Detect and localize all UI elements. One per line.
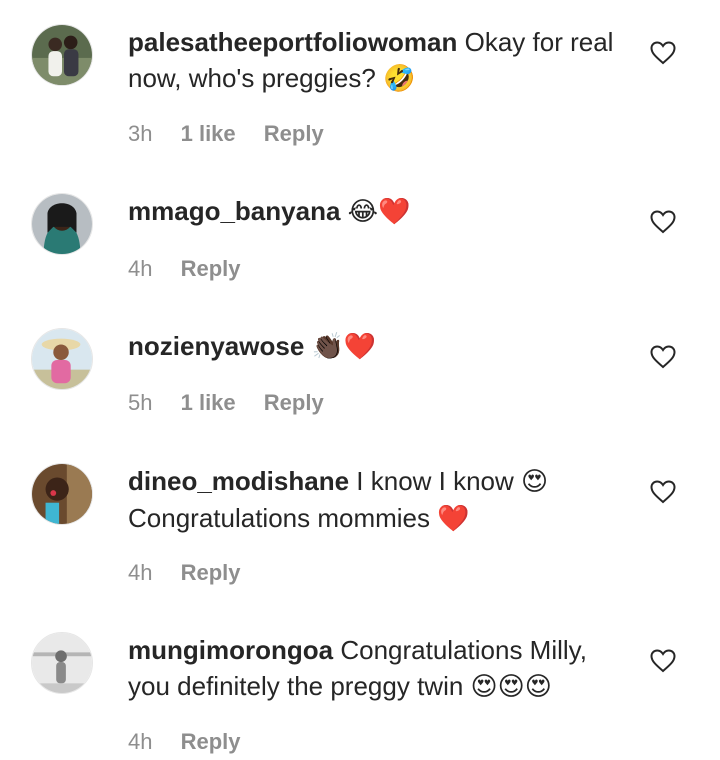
comment-body: Congratulations mommies (128, 503, 431, 533)
comment-text: mmago_banyana 😂❤️ (128, 193, 628, 230)
avatar[interactable] (31, 328, 93, 390)
avatar[interactable] (31, 463, 93, 525)
emoji: 🤣 (383, 64, 416, 94)
comment-text: dineo_modishane I know I know 😍 Congratu… (128, 463, 628, 537)
reply-button[interactable]: Reply (264, 390, 324, 415)
comment-time: 5h (128, 390, 153, 415)
reply-button[interactable]: Reply (181, 256, 241, 281)
comment-time: 4h (128, 560, 153, 585)
comment-meta: 5h 1 like Reply (128, 390, 346, 416)
comment-username[interactable]: nozienyawose (128, 331, 304, 361)
emoji: ❤️ (437, 504, 470, 534)
avatar[interactable] (31, 24, 93, 86)
comment-text: palesatheeportfoliowoman Okay for real n… (128, 24, 628, 97)
reply-button[interactable]: Reply (264, 121, 324, 146)
comment-meta: 4h Reply (128, 729, 263, 755)
comment-username[interactable]: palesatheeportfoliowoman (128, 27, 457, 57)
comment-likes[interactable]: 1 like (181, 121, 236, 146)
emoji: 😍😍😍 (470, 672, 552, 702)
comment-time: 4h (128, 729, 153, 754)
comment-text: nozienyawose 👏🏿❤️ (128, 328, 628, 365)
comment-text: mungimorongoa Congratulations Milly, you… (128, 632, 628, 705)
emoji: 😂❤️ (347, 197, 411, 227)
avatar[interactable] (31, 632, 93, 694)
comment-time: 3h (128, 121, 153, 146)
comment-likes[interactable]: 1 like (181, 390, 236, 415)
comment-time: 4h (128, 256, 153, 281)
heart-outline-icon[interactable] (650, 649, 676, 673)
reply-button[interactable]: Reply (181, 560, 241, 585)
reply-button[interactable]: Reply (181, 729, 241, 754)
comment-meta: 4h Reply (128, 256, 263, 282)
comment-meta: 3h 1 like Reply (128, 121, 346, 147)
heart-outline-icon[interactable] (650, 345, 676, 369)
emoji: 😍 (521, 467, 549, 497)
comment-username[interactable]: mmago_banyana (128, 196, 340, 226)
comment-username[interactable]: dineo_modishane (128, 466, 349, 496)
avatar[interactable] (31, 193, 93, 255)
comment-body: I know I know (356, 466, 514, 496)
heart-outline-icon[interactable] (650, 41, 676, 65)
comment-username[interactable]: mungimorongoa (128, 635, 333, 665)
emoji: 👏🏿❤️ (311, 332, 377, 362)
heart-outline-icon[interactable] (650, 480, 676, 504)
heart-outline-icon[interactable] (650, 210, 676, 234)
comment-meta: 4h Reply (128, 560, 263, 586)
